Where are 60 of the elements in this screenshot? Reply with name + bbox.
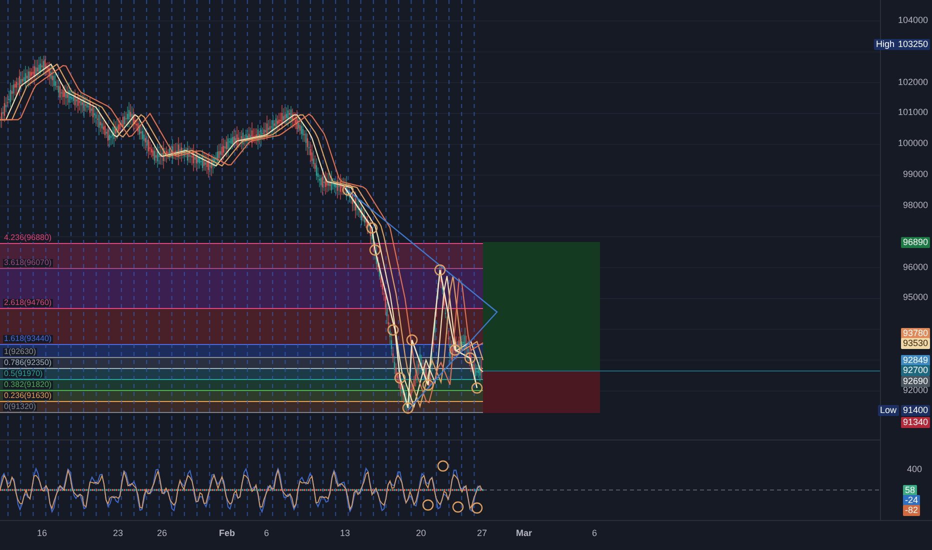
oscillator-axis-label: 400 [907,465,922,474]
low-price-tag: 91400 [900,405,930,416]
oscillator-tag: -82 [903,505,920,516]
price-tag: 91340 [900,417,930,428]
time-axis-label: 6 [592,529,598,538]
marker-circle [342,184,354,196]
marker-circle [434,264,446,276]
fib-level-label: 1(92630) [3,348,38,356]
marker-circle [387,324,399,336]
price-axis-label: 95000 [902,293,928,302]
fib-level-label: 0.382(91820) [3,381,53,389]
time-axis-label: 16 [37,529,48,538]
price-tag: 93780 [900,328,930,339]
time-axis-label: Mar [516,529,532,538]
price-tag: 92690 [900,376,930,387]
oscillator-tag: 58 [903,485,918,496]
fib-level-label: 4.236(96880) [3,234,53,242]
marker-circle [471,502,483,514]
oscillator-tag: -24 [903,495,920,506]
price-tag: 96890 [900,237,930,248]
high-price-tag: 103250 [896,39,930,50]
marker-circle [366,222,378,234]
marker-circle [422,379,434,391]
fib-level-label: 0(91320) [3,403,38,411]
low-label: Low [878,405,899,416]
marker-circle [437,460,449,472]
marker-circle [452,501,464,513]
price-axis-label: 104000 [898,16,928,25]
marker-circle [422,499,434,511]
marker-circle [471,382,483,394]
price-tag: 93530 [900,338,930,349]
price-axis-label: 98000 [902,200,928,210]
time-axis-label: 27 [477,529,488,538]
marker-circle [406,334,418,346]
time-axis-label: Feb [219,529,236,538]
price-axis-label: 100000 [898,139,928,148]
time-axis-label: 26 [157,529,168,538]
fib-level-label: 0.786(92350) [3,359,53,367]
price-tag: 92849 [900,355,930,366]
time-axis-label: 23 [113,529,124,538]
price-axis-label: 92000 [902,386,928,395]
marker-circle [449,344,461,356]
marker-circle [402,402,414,414]
high-label: High [874,39,897,50]
time-axis-label: 13 [340,529,350,538]
price-axis-label: 96000 [902,262,928,272]
price-axis-label: 99000 [902,170,928,180]
time-axis-label: 6 [264,529,270,538]
fib-level-label: 0.5(91970) [3,370,44,378]
price-tag: 92700 [900,365,930,376]
fib-level-label: 0.236(91630) [3,392,53,400]
marker-circle [464,352,476,364]
time-axis-label: 20 [416,529,426,538]
fib-level-label: 3.618(96070) [3,259,53,267]
fib-level-label: 1.618(93440) [3,335,53,343]
fib-level-label: 2.618(94760) [3,299,53,307]
price-axis-label: 101000 [898,108,928,118]
marker-circle [369,244,381,256]
marker-circle [394,372,406,384]
price-axis-label: 102000 [898,78,928,87]
